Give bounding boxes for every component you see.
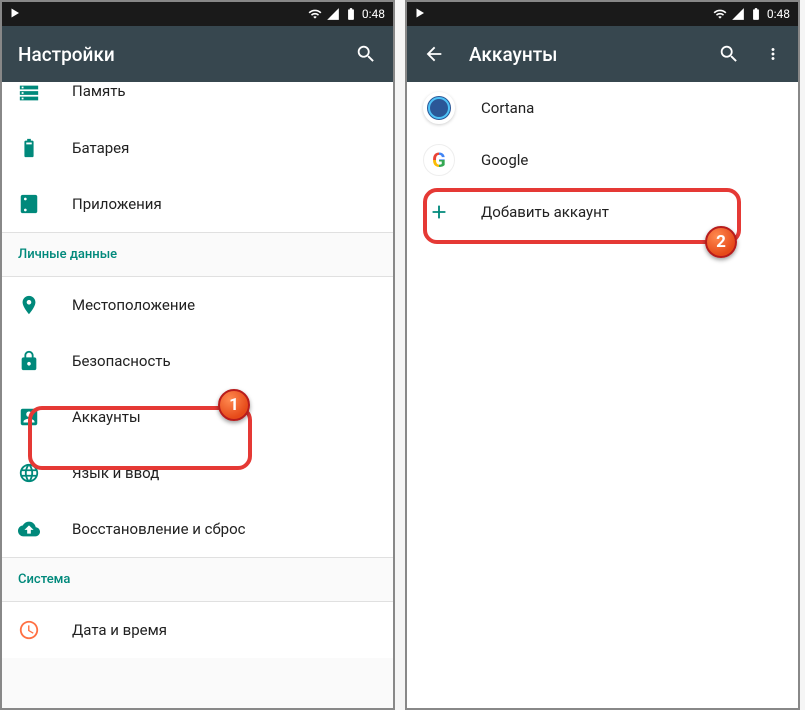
settings-item-accounts[interactable]: Аккаунты: [2, 389, 393, 445]
cortana-icon: [423, 92, 455, 124]
plus-icon: [428, 201, 450, 223]
battery-icon: [344, 7, 358, 21]
lock-icon: [18, 350, 40, 372]
clock-icon: [18, 619, 40, 641]
language-icon: [18, 462, 40, 484]
settings-item-battery[interactable]: Батарея: [2, 120, 393, 176]
settings-item-apps[interactable]: Приложения: [2, 176, 393, 232]
signal-icon: [326, 7, 340, 21]
section-header-personal: Личные данные: [2, 232, 393, 277]
settings-content: Память Батарея Приложения Личные данные …: [2, 82, 393, 708]
play-store-icon: [415, 7, 427, 19]
status-right: 0:48: [713, 7, 790, 21]
settings-item-backup[interactable]: Восстановление и сброс: [2, 501, 393, 557]
status-time: 0:48: [362, 7, 385, 21]
phone-right-accounts: 0:48 Аккаунты Cortana G Google Добавить …: [405, 0, 800, 710]
settings-item-label: Дата и время: [72, 621, 167, 639]
account-item-cortana[interactable]: Cortana: [407, 82, 798, 134]
status-bar: 0:48: [407, 2, 798, 26]
step-badge-2: 2: [705, 226, 737, 258]
phone-left-settings: 0:48 Настройки Память Батарея Приложения…: [0, 0, 395, 710]
settings-item-memory[interactable]: Память: [2, 82, 393, 120]
battery-icon: [749, 7, 763, 21]
wifi-icon: [308, 7, 322, 21]
settings-item-label: Приложения: [72, 195, 162, 213]
add-account-label: Добавить аккаунт: [481, 203, 609, 221]
settings-item-label: Память: [72, 82, 126, 100]
settings-item-location[interactable]: Местоположение: [2, 277, 393, 333]
status-bar: 0:48: [2, 2, 393, 26]
status-right: 0:48: [308, 7, 385, 21]
status-left: [10, 7, 22, 22]
memory-icon: [18, 82, 40, 104]
app-bar-accounts: Аккаунты: [407, 26, 798, 82]
settings-item-datetime[interactable]: Дата и время: [2, 602, 393, 658]
settings-item-label: Восстановление и сброс: [72, 520, 245, 538]
overflow-menu-icon[interactable]: [764, 43, 782, 65]
signal-icon: [731, 7, 745, 21]
account-label: Cortana: [481, 99, 534, 117]
account-label: Google: [481, 151, 528, 169]
back-icon[interactable]: [423, 43, 445, 65]
status-time: 0:48: [767, 7, 790, 21]
apps-icon: [18, 193, 40, 215]
play-store-icon: [10, 7, 22, 19]
status-left: [415, 7, 427, 22]
settings-item-security[interactable]: Безопасность: [2, 333, 393, 389]
app-bar-title: Аккаунты: [469, 43, 694, 66]
settings-item-language[interactable]: Язык и ввод: [2, 445, 393, 501]
battery-icon: [18, 137, 40, 159]
wifi-icon: [713, 7, 727, 21]
search-icon[interactable]: [718, 43, 740, 65]
settings-item-label: Батарея: [72, 139, 129, 157]
account-item-google[interactable]: G Google: [407, 134, 798, 186]
google-icon: G: [423, 144, 455, 176]
backup-icon: [18, 518, 40, 540]
search-icon[interactable]: [355, 43, 377, 65]
settings-item-label: Аккаунты: [72, 408, 141, 426]
accounts-content: Cortana G Google Добавить аккаунт: [407, 82, 798, 708]
app-bar-settings: Настройки: [2, 26, 393, 82]
location-icon: [18, 294, 40, 316]
settings-item-label: Местоположение: [72, 296, 195, 314]
settings-item-label: Безопасность: [72, 352, 171, 370]
app-bar-title: Настройки: [18, 43, 331, 66]
add-account-button[interactable]: Добавить аккаунт: [407, 186, 798, 238]
person-icon: [18, 406, 40, 428]
section-header-system: Система: [2, 557, 393, 602]
settings-item-label: Язык и ввод: [72, 464, 159, 482]
step-badge-1: 1: [218, 389, 250, 421]
